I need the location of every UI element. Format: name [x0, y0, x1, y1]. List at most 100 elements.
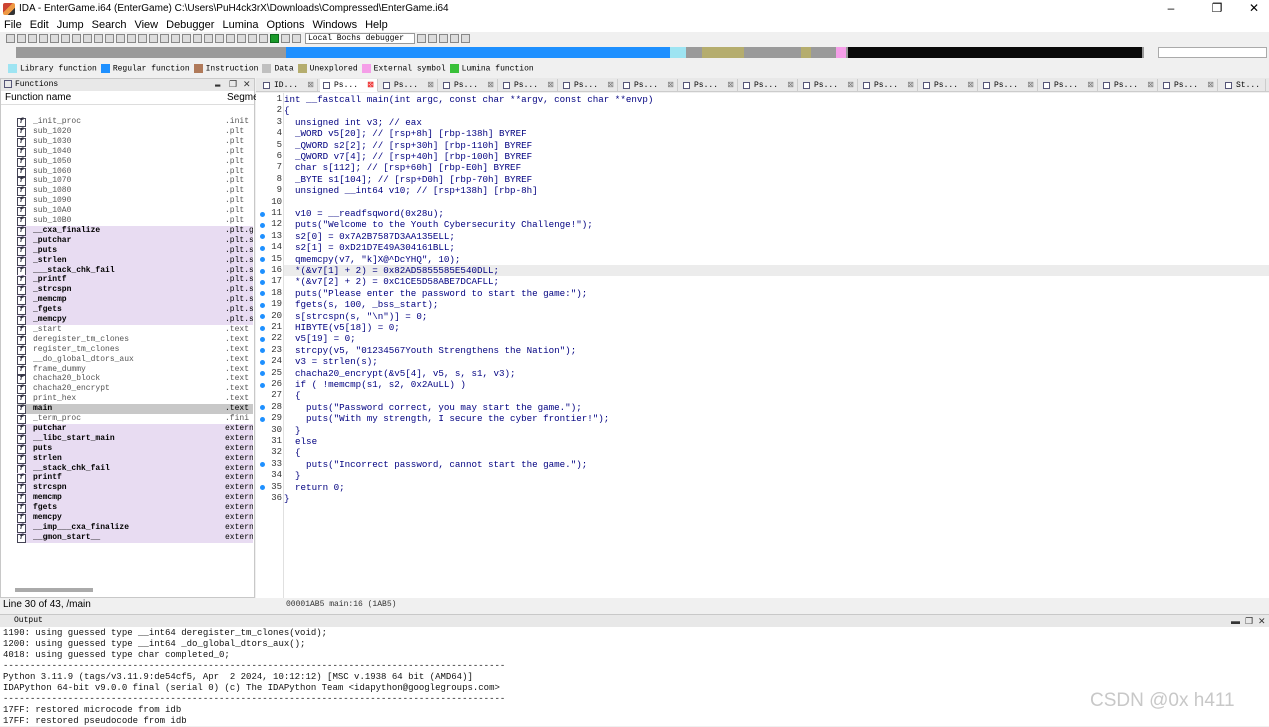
breakpoint-icon[interactable] — [226, 34, 235, 43]
text-search-icon[interactable] — [72, 34, 81, 43]
function-row[interactable]: f sub_1070 .plt — [17, 176, 253, 187]
function-row[interactable]: f __libc_start_main extern — [17, 433, 253, 444]
code-line[interactable]: puts("Welcome to the Youth Cybersecurity… — [284, 219, 593, 230]
function-row[interactable]: f fgets extern — [17, 503, 253, 514]
breakpoint-dot-icon[interactable] — [260, 245, 265, 251]
breakpoint-dot-icon[interactable] — [260, 325, 265, 331]
code-line[interactable]: qmemcpy(v7, "k]X@^DcYHQ", 10); — [284, 254, 460, 265]
output-icon[interactable] — [450, 34, 459, 43]
function-row[interactable]: f _putchar .plt.s — [17, 235, 253, 246]
menu-debugger[interactable]: Debugger — [162, 19, 218, 31]
menu-file[interactable]: File — [0, 19, 26, 31]
functions-hscrollbar[interactable] — [15, 588, 93, 592]
panel-close-button[interactable]: ✕ — [243, 79, 251, 91]
string-icon[interactable] — [116, 34, 125, 43]
start-debug-icon[interactable] — [270, 34, 279, 43]
tab-close-icon[interactable]: ⊠ — [1027, 79, 1034, 92]
code-line[interactable]: char s[112]; // [rsp+60h] [rbp-E0h] BYRE… — [284, 162, 521, 173]
breakpoint-dot-icon[interactable] — [260, 359, 265, 365]
code-line[interactable]: { — [284, 105, 290, 116]
code-line[interactable]: HIBYTE(v5[18]) = 0; — [284, 322, 400, 333]
function-row[interactable]: f __imp___cxa_finalize extern — [17, 522, 253, 533]
code-line[interactable]: else — [284, 436, 317, 447]
tab-close-icon[interactable]: ⊠ — [427, 79, 434, 92]
close-button[interactable]: ✕ — [1237, 0, 1269, 17]
tab-close-icon[interactable]: ⊠ — [967, 79, 974, 92]
tab-view-6[interactable]: Ps... ⊠ — [620, 79, 678, 92]
code-line[interactable]: s[strcspn(s, "\n")] = 0; — [284, 311, 427, 322]
code-line[interactable]: _QWORD v7[4]; // [rsp+40h] [rbp-100h] BY… — [284, 151, 532, 162]
tab-close-icon[interactable]: ⊠ — [1207, 79, 1214, 92]
col-function-name[interactable]: Function name — [5, 91, 71, 105]
list-icon[interactable] — [461, 34, 470, 43]
code-line[interactable]: if ( !memcmp(s1, s2, 0x2AuLL) ) — [284, 379, 466, 390]
breakpoint-dot-icon[interactable] — [260, 279, 265, 285]
panel-menu-button[interactable]: ▬ — [215, 79, 220, 91]
function-row[interactable]: f _fgets .plt.s — [17, 305, 253, 316]
code-line[interactable]: } — [284, 470, 301, 481]
array-icon[interactable] — [127, 34, 136, 43]
tab-close-icon[interactable]: ⊠ — [907, 79, 914, 92]
function-row[interactable]: f deregister_tm_clones .text — [17, 335, 253, 345]
tab-view-7[interactable]: Ps... ⊠ — [680, 79, 738, 92]
binary-search-icon[interactable] — [83, 34, 92, 43]
tab-close-icon[interactable]: ⊠ — [1087, 79, 1094, 92]
function-row[interactable]: f register_tm_clones .text — [17, 345, 253, 355]
code-line[interactable]: } — [284, 493, 290, 504]
function-row[interactable]: f frame_dummy .text — [17, 365, 253, 375]
function-row[interactable]: f _start .text — [17, 325, 253, 335]
tab-view-9[interactable]: Ps... ⊠ — [800, 79, 858, 92]
enum-icon[interactable] — [204, 34, 213, 43]
search-icon[interactable] — [61, 34, 70, 43]
code-line[interactable]: } — [284, 425, 301, 436]
tab-close-icon[interactable]: ⊠ — [667, 79, 674, 92]
tab-close-icon[interactable]: ⊠ — [547, 79, 554, 92]
code-line[interactable]: *(&v7[2] + 2) = 0xC1CE5D58ABE7DCAFLL; — [284, 276, 499, 287]
navigation-band[interactable] — [16, 47, 1144, 58]
function-row[interactable]: f printf extern — [17, 473, 253, 484]
code-line[interactable]: unsigned __int64 v10; // [rsp+138h] [rbp… — [284, 185, 538, 196]
segment-icon[interactable] — [182, 34, 191, 43]
code-line[interactable]: *(&v7[1] + 2) = 0x82AD5855585E540DLL; — [284, 265, 1269, 277]
breakpoint-dot-icon[interactable] — [260, 211, 265, 217]
code-line[interactable]: chacha20_encrypt(&v5[4], v5, s, s1, v3); — [284, 368, 516, 379]
tab-close-icon[interactable]: ⊠ — [727, 79, 734, 92]
function-row[interactable]: f putchar extern — [17, 423, 253, 434]
maximize-button[interactable]: ❐ — [1200, 0, 1234, 17]
function-row[interactable]: f __do_global_dtors_aux .text — [17, 355, 253, 365]
code-line[interactable]: return 0; — [284, 482, 345, 493]
code-line[interactable]: unsigned int v3; // eax — [284, 117, 422, 128]
tab-view-0[interactable]: ID... ⊠ — [260, 79, 318, 92]
function-row[interactable]: f __stack_chk_fail extern — [17, 463, 253, 474]
debugger-select[interactable]: Local Bochs debugger — [305, 33, 415, 44]
breakpoint-dot-icon[interactable] — [260, 336, 265, 342]
menu-edit[interactable]: Edit — [26, 19, 53, 31]
code-line[interactable]: fgets(s, 100, _bss_start); — [284, 299, 438, 310]
code-line[interactable]: { — [284, 447, 301, 458]
save-icon[interactable] — [17, 34, 26, 43]
undefine-icon[interactable] — [138, 34, 147, 43]
function-row[interactable]: f main .text — [17, 404, 253, 415]
tab-view-15[interactable]: Ps... ⊠ — [1160, 79, 1218, 92]
tab-close-icon[interactable]: ⊠ — [607, 79, 614, 92]
tab-view-11[interactable]: Ps... ⊠ — [920, 79, 978, 92]
stop-icon[interactable] — [292, 34, 301, 43]
windows-icon[interactable] — [259, 34, 268, 43]
code-line[interactable]: s2[0] = 0x7A2B7587D3AA135ELL; — [284, 231, 455, 242]
tab-close-icon[interactable]: ⊠ — [787, 79, 794, 92]
code-line[interactable]: v5[19] = 0; — [284, 333, 356, 344]
breakpoint-dot-icon[interactable] — [260, 268, 265, 274]
open-icon[interactable] — [6, 34, 15, 43]
tab-view-13[interactable]: Ps... ⊠ — [1040, 79, 1098, 92]
code-line[interactable]: puts("Incorrect password, cannot start t… — [284, 459, 587, 470]
function-row[interactable]: f _memcpy .plt.s — [17, 315, 253, 325]
tab-close-icon[interactable]: ⊠ — [847, 79, 854, 92]
function-row[interactable]: f chacha20_block .text — [17, 374, 253, 385]
code-line[interactable]: _BYTE s1[104]; // [rsp+D0h] [rbp-70h] BY… — [284, 174, 532, 185]
output-float-button[interactable]: ❐ — [1245, 615, 1253, 627]
menu-view[interactable]: View — [130, 19, 162, 31]
hex-view-icon[interactable] — [428, 34, 437, 43]
jump-icon[interactable] — [50, 34, 59, 43]
menu-jump[interactable]: Jump — [53, 19, 88, 31]
code-line[interactable]: { — [284, 390, 301, 401]
